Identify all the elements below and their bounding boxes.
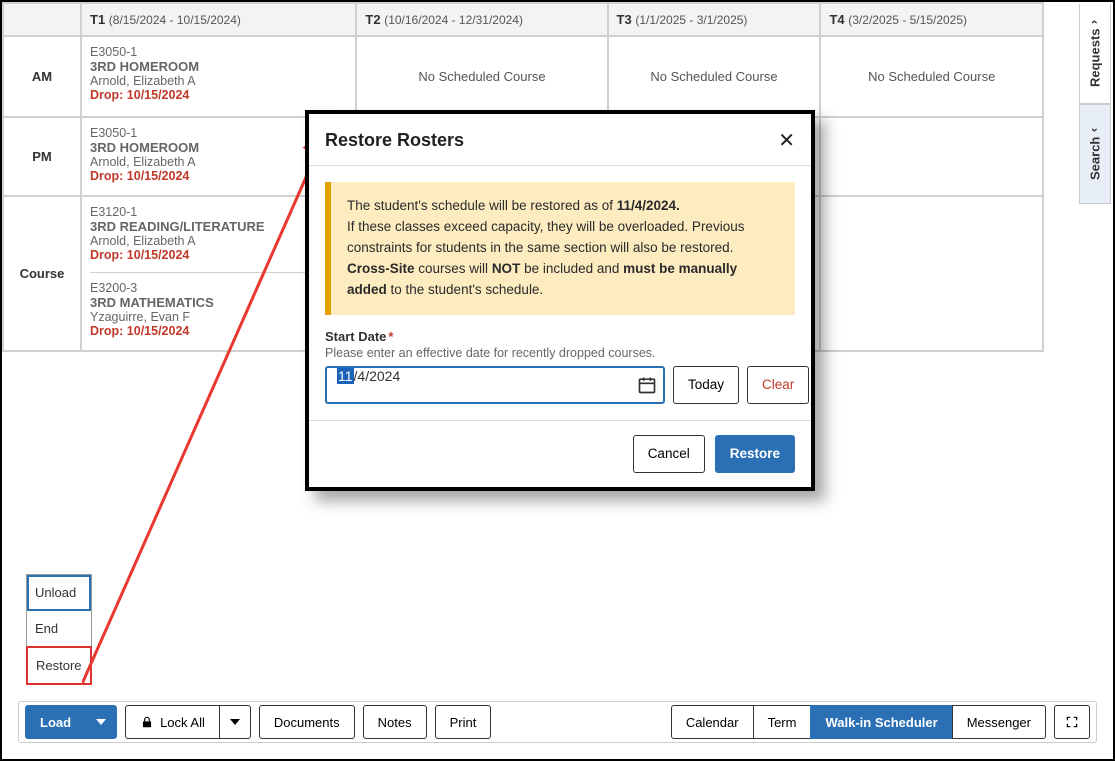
lock-all-dropdown-toggle[interactable] <box>219 705 251 739</box>
warning-alert: The student's schedule will be restored … <box>325 182 795 315</box>
bottom-toolbar: Load Lock All Documents Notes Print Cale… <box>18 701 1097 743</box>
restore-button[interactable]: Restore <box>715 435 795 473</box>
start-date-hint: Please enter an effective date for recen… <box>325 346 795 360</box>
cell-am-t2[interactable]: No Scheduled Course <box>356 36 607 117</box>
today-button[interactable]: Today <box>673 366 739 404</box>
start-date-input[interactable]: 11/4/2024 <box>325 366 665 404</box>
lock-icon <box>140 715 154 729</box>
clear-button[interactable]: Clear <box>747 366 809 404</box>
header-blank <box>3 3 81 36</box>
term-header-t1[interactable]: T1 (8/15/2024 - 10/15/2024) <box>81 3 356 36</box>
walk-in-scheduler-tab[interactable]: Walk-in Scheduler <box>810 705 952 739</box>
term-header-t2[interactable]: T2 (10/16/2024 - 12/31/2024) <box>356 3 607 36</box>
load-dropdown-menu: Unload End Restore <box>26 574 92 685</box>
period-am: AM <box>3 36 81 117</box>
menu-item-end[interactable]: End <box>27 611 91 647</box>
period-course: Course <box>3 196 81 351</box>
start-date-label: Start Date* <box>325 329 795 344</box>
calendar-tab[interactable]: Calendar <box>671 705 754 739</box>
cell-am-t3[interactable]: No Scheduled Course <box>608 36 821 117</box>
documents-button[interactable]: Documents <box>259 705 355 739</box>
load-button[interactable]: Load <box>25 705 86 739</box>
menu-item-unload[interactable]: Unload <box>27 575 91 611</box>
lock-all-button[interactable]: Lock All <box>125 705 220 739</box>
messenger-tab[interactable]: Messenger <box>952 705 1046 739</box>
cell-am-t1[interactable]: E3050-1 3RD HOMEROOM Arnold, Elizabeth A… <box>81 36 356 117</box>
load-dropdown-toggle[interactable] <box>85 705 117 739</box>
chevron-left-icon: ‹ <box>1088 20 1102 24</box>
notes-button[interactable]: Notes <box>363 705 427 739</box>
modal-title: Restore Rosters <box>325 130 778 151</box>
term-header-t4[interactable]: T4 (3/2/2025 - 5/15/2025) <box>820 3 1043 36</box>
chevron-right-icon: › <box>1088 128 1102 132</box>
close-icon[interactable]: ✕ <box>778 128 795 153</box>
period-pm: PM <box>3 117 81 196</box>
caret-down-icon <box>230 719 240 725</box>
term-header-t3[interactable]: T3 (1/1/2025 - 3/1/2025) <box>608 3 821 36</box>
restore-rosters-modal: Restore Rosters ✕ The student's schedule… <box>305 110 815 491</box>
term-tab[interactable]: Term <box>753 705 812 739</box>
menu-item-restore[interactable]: Restore <box>26 646 92 685</box>
fullscreen-button[interactable] <box>1054 705 1090 739</box>
caret-down-icon <box>96 719 106 725</box>
fullscreen-icon <box>1065 715 1079 729</box>
cancel-button[interactable]: Cancel <box>633 435 705 473</box>
print-button[interactable]: Print <box>435 705 492 739</box>
cell-am-t4[interactable]: No Scheduled Course <box>820 36 1043 117</box>
side-tab-requests[interactable]: Requests‹ <box>1079 4 1111 104</box>
side-tab-search[interactable]: Search› <box>1079 104 1111 204</box>
